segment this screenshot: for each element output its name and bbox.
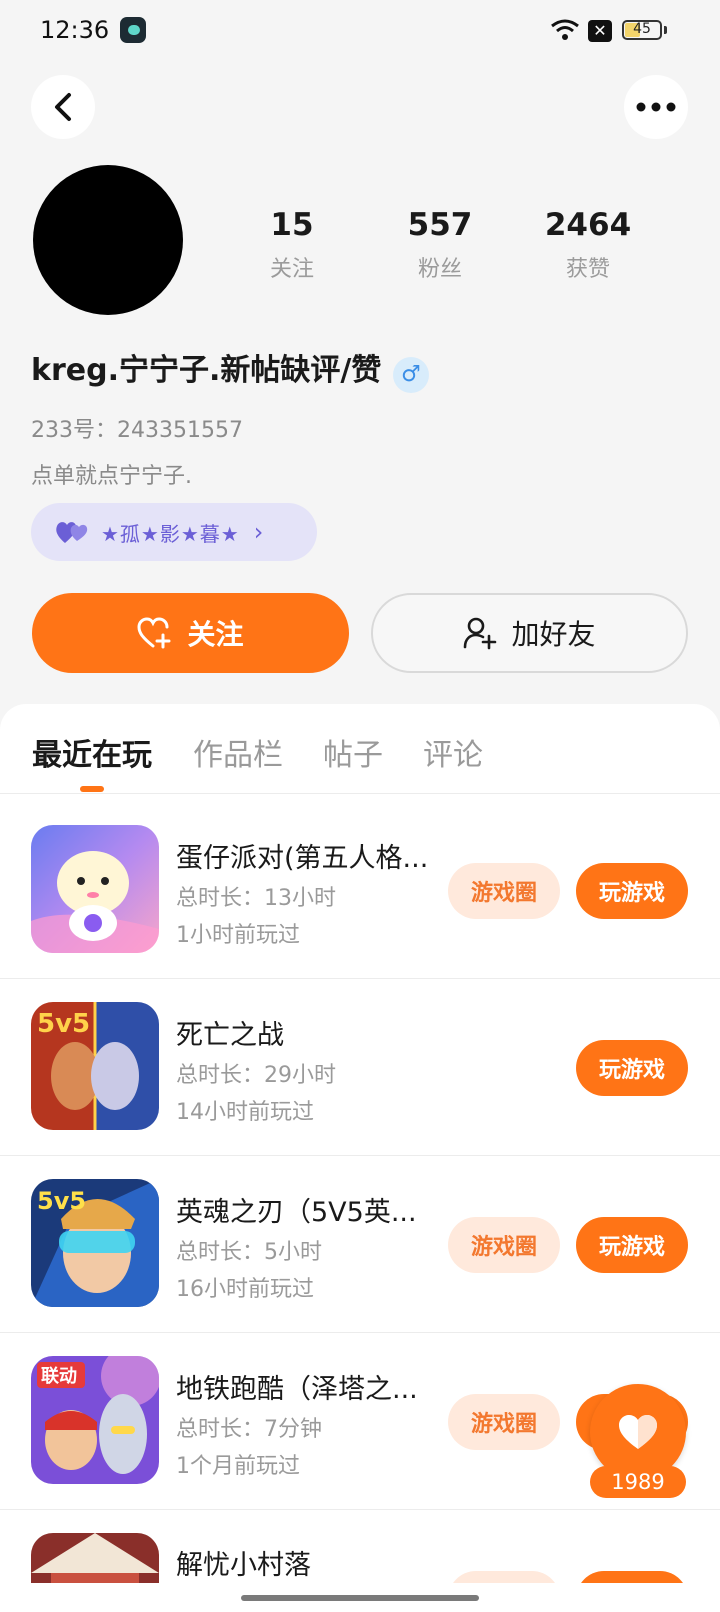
- home-indicator[interactable]: [241, 1595, 479, 1601]
- heart-icon: [619, 1415, 657, 1449]
- status-time: 12:36: [40, 16, 110, 44]
- game-icon[interactable]: [31, 1533, 159, 1583]
- row-divider: [0, 1155, 720, 1156]
- game-circle-button[interactable]: 游戏圈: [448, 1394, 560, 1450]
- relation-badge[interactable]: ★孤★影★暮★ ›: [31, 503, 317, 561]
- stat-followers-label: 粉丝: [417, 257, 462, 282]
- village-game-icon: [31, 1533, 159, 1583]
- svg-text:5v5: 5v5: [37, 1009, 90, 1039]
- notification-blocked-icon: ✕: [588, 20, 612, 42]
- game-circle-button[interactable]: 游戏圈: [448, 1571, 560, 1583]
- game-last-played: 1小时前玩过: [176, 923, 300, 948]
- play-game-button[interactable]: 玩游戏: [576, 1217, 688, 1273]
- chevron-left-icon: [55, 93, 71, 121]
- like-count-badge: 1989: [590, 1466, 686, 1498]
- game-name: 蛋仔派对(第五人格...: [176, 843, 429, 874]
- stat-following-num: 15: [270, 207, 314, 243]
- follow-label: 关注: [187, 618, 244, 651]
- heart-plus-icon: [137, 617, 171, 649]
- tab-recently-played[interactable]: 最近在玩: [32, 730, 152, 774]
- game-name: 死亡之战: [176, 1020, 284, 1051]
- game-name: 地铁跑酷（泽塔之...: [176, 1374, 418, 1405]
- game-icon[interactable]: 5v5: [31, 1179, 159, 1307]
- death-war-icon: 5v5: [31, 1002, 159, 1130]
- subway-surfers-icon: 联动: [31, 1356, 159, 1484]
- chevron-right-icon: ›: [253, 518, 264, 546]
- male-gender-icon: ♂: [393, 357, 429, 393]
- game-icon[interactable]: 5v5: [31, 1002, 159, 1130]
- stat-likes-num: 2464: [544, 207, 632, 243]
- svg-text:联动: 联动: [41, 1366, 77, 1387]
- back-button[interactable]: [31, 75, 95, 139]
- wifi-icon: [551, 19, 579, 40]
- add-friend-label: 加好友: [511, 618, 596, 651]
- add-user-icon: [464, 617, 497, 650]
- tab-indicator: [80, 786, 104, 792]
- stat-following[interactable]: 15 关注: [222, 205, 362, 283]
- badge-text: ★孤★影★暮★: [101, 521, 240, 546]
- game-duration: 总时长：13小时: [176, 886, 336, 911]
- avatar[interactable]: [33, 165, 183, 315]
- stat-likes-label: 获赞: [565, 257, 610, 282]
- battery-text: 45: [633, 21, 651, 37]
- hero-blade-icon: 5v5: [31, 1179, 159, 1307]
- nickname: kreg.宁宁子.新帖缺评/赞: [31, 353, 382, 388]
- play-game-button[interactable]: 玩游戏: [576, 1571, 688, 1583]
- follow-button[interactable]: 关注: [32, 593, 349, 673]
- row-divider: [0, 1509, 720, 1510]
- battery-icon: 45: [622, 20, 662, 40]
- app-notification-icon: [120, 17, 146, 43]
- tab-works[interactable]: 作品栏: [193, 730, 283, 774]
- game-last-played: 1个月前玩过: [176, 1454, 300, 1479]
- egg-party-icon: [31, 825, 159, 953]
- play-game-button[interactable]: 玩游戏: [576, 863, 688, 919]
- game-circle-button[interactable]: 游戏圈: [448, 1217, 560, 1273]
- game-duration: 总时长：5小时: [176, 1240, 322, 1265]
- tab-posts[interactable]: 帖子: [323, 730, 383, 774]
- game-icon[interactable]: [31, 825, 159, 953]
- game-icon[interactable]: 联动: [31, 1356, 159, 1484]
- svg-text:5v5: 5v5: [37, 1187, 86, 1215]
- bio: 点单就点宁宁子.: [31, 464, 192, 489]
- play-game-button[interactable]: 玩游戏: [576, 1040, 688, 1096]
- row-divider: [0, 978, 720, 979]
- tab-comments[interactable]: 评论: [423, 730, 483, 774]
- game-duration: 总时长：7分钟: [176, 1417, 322, 1442]
- game-circle-button[interactable]: 游戏圈: [448, 863, 560, 919]
- game-duration: 总时长：29小时: [176, 1063, 336, 1088]
- stat-followers-num: 557: [407, 207, 473, 243]
- user-id: 233号：243351557: [31, 418, 243, 443]
- stat-followers[interactable]: 557 粉丝: [370, 205, 510, 283]
- game-last-played: 14小时前玩过: [176, 1100, 314, 1125]
- tab-divider: [0, 793, 720, 794]
- stat-likes[interactable]: 2464 获赞: [518, 205, 658, 283]
- game-name: 英魂之刃（5V5英...: [176, 1197, 417, 1228]
- game-last-played: 16小时前玩过: [176, 1277, 314, 1302]
- row-divider: [0, 1332, 720, 1333]
- game-row-partial: 解忧小村落 游戏圈 玩游戏: [0, 1533, 720, 1583]
- battery-cap: [664, 26, 667, 34]
- add-friend-button[interactable]: 加好友: [371, 593, 688, 673]
- game-name: 解忧小村落: [176, 1550, 311, 1581]
- more-button[interactable]: [624, 75, 688, 139]
- stat-following-label: 关注: [269, 257, 314, 282]
- more-dots-icon: [636, 102, 676, 112]
- double-heart-icon: [56, 522, 88, 543]
